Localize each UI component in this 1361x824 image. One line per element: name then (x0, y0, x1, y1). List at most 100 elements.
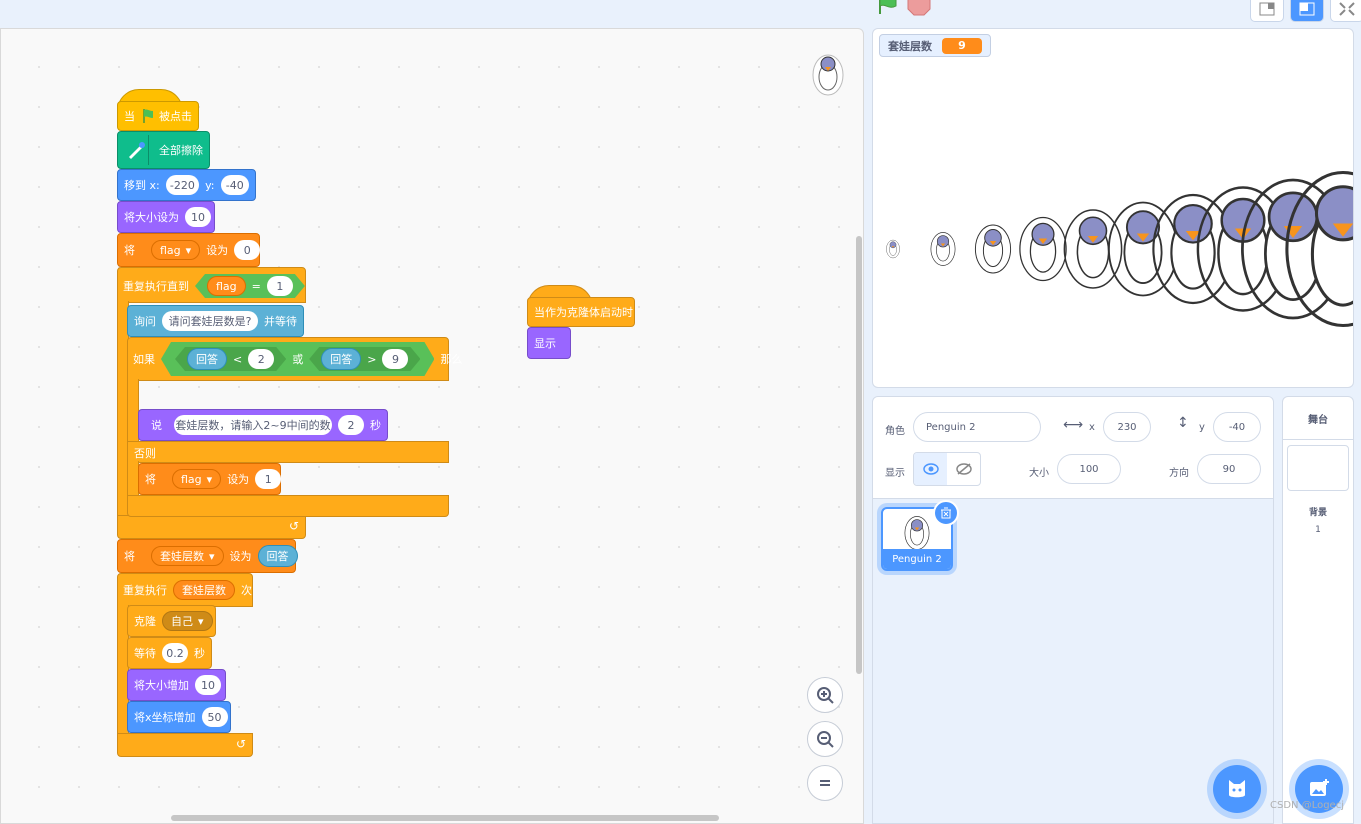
repeat-until-footer: ↺ (117, 515, 306, 539)
say-for-secs-block[interactable]: 说 套娃层数，请输入2~9中间的数 2 秒 (138, 409, 388, 441)
zoom-reset-button[interactable] (807, 765, 843, 801)
size-input[interactable]: 100 (1057, 454, 1121, 484)
repeat-label: 重复执行 (123, 584, 167, 597)
x-label: x (1089, 422, 1095, 433)
set-flag-value-input[interactable]: 1 (255, 469, 282, 489)
visibility-toggle (913, 452, 981, 486)
greater-than-operator[interactable]: 回答 > 9 (309, 347, 420, 371)
code-area[interactable]: 当 被点击 全部擦除 移到 x: -220 y: -40 将大小设为 10 将 … (0, 28, 864, 824)
zoom-out-icon (817, 731, 834, 748)
chevron-down-icon: ▾ (209, 549, 215, 563)
erase-all-block[interactable]: 全部擦除 (117, 131, 210, 169)
goto-x-input[interactable]: -220 (165, 175, 200, 195)
set-flag-block[interactable]: 将 flag ▾ 设为 0 (117, 233, 261, 267)
hide-button[interactable] (947, 453, 980, 485)
set-flag-var-dropdown[interactable]: flag ▾ (172, 469, 222, 489)
wait-block[interactable]: 等待 0.2 秒 (127, 637, 212, 669)
set-size-input[interactable]: 10 (185, 207, 211, 227)
less-than-operator[interactable]: 回答 < 2 (175, 347, 286, 371)
change-size-input[interactable]: 10 (195, 675, 221, 695)
small-stage-button[interactable] (1250, 0, 1284, 22)
sprite-name-input[interactable]: Penguin 2 (913, 412, 1041, 442)
goto-label: 移到 x: (124, 179, 160, 192)
green-flag-button[interactable] (872, 0, 902, 18)
change-x-input[interactable]: 50 (201, 707, 228, 727)
penguin-clone (930, 232, 956, 266)
stage-selector[interactable]: 舞台 背景 1 (1282, 396, 1354, 824)
direction-input[interactable]: 90 (1197, 454, 1261, 484)
stage[interactable]: 套娃层数 9 (872, 28, 1354, 388)
then-label: 那么 (440, 353, 463, 366)
create-clone-block[interactable]: 克隆 自己 ▾ (127, 605, 216, 637)
chevron-down-icon: ▾ (198, 614, 204, 628)
flag-reporter[interactable]: flag (207, 276, 246, 296)
ask-question-input[interactable]: 请问套娃层数是? (162, 311, 258, 331)
y-input[interactable]: -40 (1213, 412, 1261, 442)
change-x-block[interactable]: 将x坐标增加 50 (127, 701, 231, 733)
layers-var-dropdown[interactable]: 套娃层数 ▾ (151, 546, 224, 566)
stage-thumbnail[interactable] (1287, 445, 1349, 491)
say-secs-input[interactable]: 2 (338, 415, 364, 435)
sprite-tile-name: Penguin 2 (883, 549, 951, 569)
chevron-down-icon: ▾ (185, 243, 192, 257)
less-than-value-input[interactable]: 2 (248, 349, 274, 369)
repeat-until-label: 重复执行直到 (123, 280, 189, 293)
equals-value-input[interactable]: 1 (267, 276, 293, 296)
sprite-label: 角色 (885, 426, 905, 437)
var-name: flag (160, 243, 181, 257)
when-start-as-clone-block[interactable]: 当作为克隆体启动时 (527, 297, 635, 327)
stage-penguins (886, 170, 1353, 328)
set-flag-var-dropdown[interactable]: flag ▾ (151, 240, 201, 260)
answer-reporter[interactable]: 回答 (257, 545, 298, 567)
delete-sprite-button[interactable] (933, 500, 959, 526)
choose-sprite-button[interactable] (1213, 765, 1261, 813)
vertical-scrollbar[interactable] (856, 236, 862, 674)
x-arrows-icon: ⟷ (1063, 417, 1084, 433)
green-flag-icon (143, 109, 153, 123)
direction-label: 方向 (1169, 468, 1189, 479)
fullscreen-button[interactable] (1330, 0, 1361, 22)
zoom-out-button[interactable] (807, 721, 843, 757)
show-button[interactable] (914, 453, 947, 485)
x-input[interactable]: 230 (1103, 412, 1151, 442)
show-block[interactable]: 显示 (527, 327, 571, 359)
zoom-in-button[interactable] (807, 677, 843, 713)
y-arrows-icon: ↕ (1177, 415, 1189, 431)
cat-add-icon (1229, 780, 1245, 798)
goto-y-input[interactable]: -40 (220, 175, 249, 195)
say-text-input[interactable]: 套娃层数，请输入2~9中间的数 (174, 415, 332, 435)
greater-than-value-input[interactable]: 9 (382, 349, 408, 369)
say-label: 说 (151, 419, 162, 432)
repeat-until-header: 重复执行直到 flag = 1 (117, 271, 311, 301)
set-layers-block[interactable]: 将 套娃层数 ▾ 设为 回答 (117, 539, 298, 573)
set-flag-to-label: 设为 (227, 473, 250, 486)
set-layers-label: 将 (124, 550, 135, 563)
penguin-clone (1019, 216, 1067, 282)
or-operator[interactable]: 回答 < 2 或 回答 > 9 (161, 342, 434, 376)
penguin-clone (974, 224, 1012, 274)
ask-and-wait-block[interactable]: 询问 请问套娃层数是? 并等待 (127, 305, 304, 337)
set-size-block[interactable]: 将大小设为 10 (117, 201, 215, 233)
equals-operator[interactable]: flag = 1 (195, 274, 305, 298)
and-wait-label: 并等待 (264, 315, 297, 328)
answer-reporter[interactable]: 回答 (321, 348, 361, 370)
set-flag-block-2[interactable]: 将 flag ▾ 设为 1 (138, 463, 282, 495)
zoom-in-icon (817, 687, 834, 704)
change-size-block[interactable]: 将大小增加 10 (127, 669, 226, 701)
wait-input[interactable]: 0.2 (162, 643, 188, 663)
repeat-times-label: 次 (241, 584, 252, 597)
stop-button[interactable] (907, 0, 931, 16)
normal-stage-button[interactable] (1290, 0, 1324, 22)
layers-reporter[interactable]: 套娃层数 (173, 580, 235, 600)
answer-reporter[interactable]: 回答 (187, 348, 227, 370)
set-flag-value-input[interactable]: 0 (234, 240, 261, 260)
horizontal-scrollbar[interactable] (171, 815, 719, 821)
clone-target-dropdown[interactable]: 自己 ▾ (162, 611, 213, 631)
var-name: flag (181, 472, 202, 486)
when-flag-clicked-block[interactable]: 当 被点击 (117, 101, 199, 131)
green-flag-icon (879, 0, 897, 14)
hat-when-label: 当 (124, 110, 135, 123)
y-label: y (1199, 422, 1205, 433)
goto-xy-block[interactable]: 移到 x: -220 y: -40 (117, 169, 256, 201)
wait-label: 等待 (134, 647, 156, 660)
